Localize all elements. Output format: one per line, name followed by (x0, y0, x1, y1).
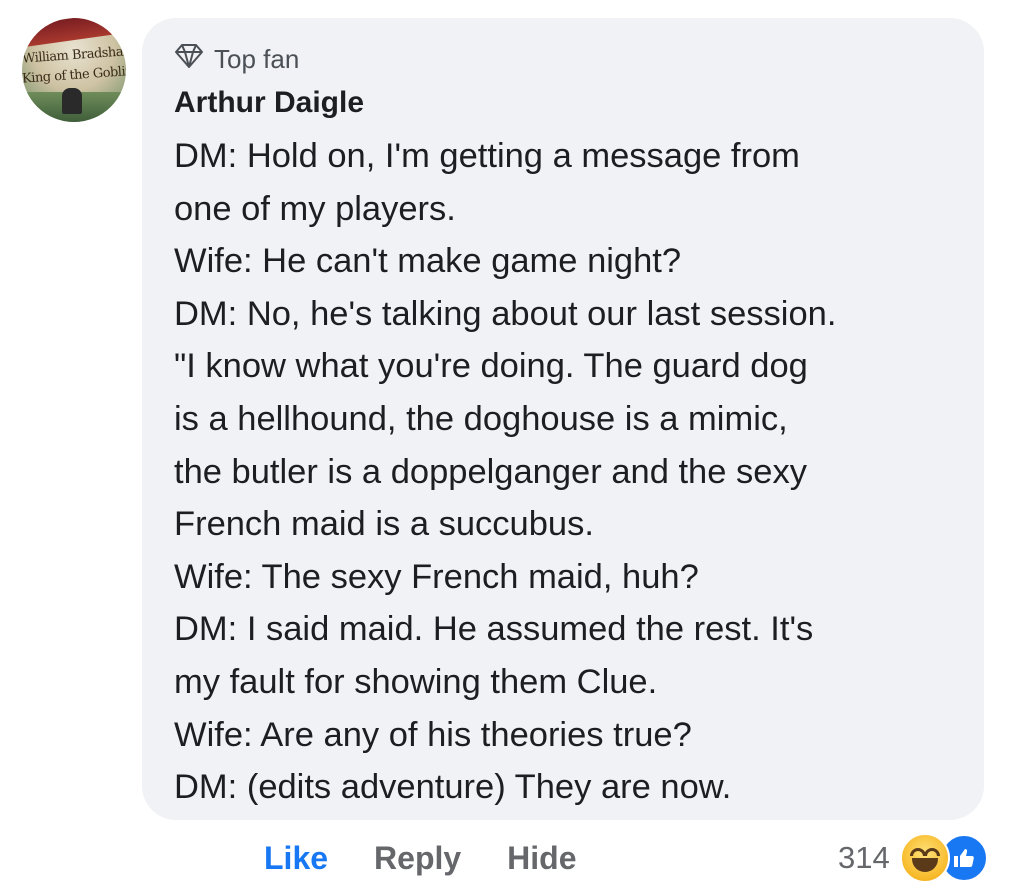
comment-actions: Like Reply Hide (264, 836, 577, 880)
diamond-icon (174, 43, 204, 76)
top-fan-badge[interactable]: Top fan (174, 42, 299, 76)
comment-line: DM: (edits adventure) They are now. (174, 768, 732, 807)
comment-line: Wife: The sexy French maid, huh? (174, 557, 699, 596)
haha-icon (899, 833, 950, 883)
avatar-banner (22, 18, 126, 49)
comment-line: DM: Hold on, I'm getting a message from (174, 137, 800, 175)
comment-line: Wife: He can't make game night? (174, 242, 682, 281)
avatar-text-line2: King of the Goblins (22, 63, 126, 87)
comment-text: DM: Hold on, I'm getting a message from … (174, 130, 974, 814)
comment-line: DM: No, he's talking about our last sess… (174, 294, 837, 333)
comment-line: DM: I said maid. He assumed the rest. It… (174, 610, 814, 649)
hide-button[interactable]: Hide (507, 840, 576, 877)
like-button[interactable]: Like (264, 840, 328, 877)
comment-line: Wife: Are any of his theories true? (174, 715, 692, 754)
reaction-count: 314 (838, 840, 890, 875)
top-fan-label: Top fan (214, 43, 300, 74)
comment-line: French maid is a succubus. (174, 505, 594, 544)
comment-line: is a hellhound, the doghouse is a mimic, (174, 399, 788, 438)
reactions-summary[interactable]: 314 (838, 833, 988, 883)
avatar-text-line1: William Bradshaw (22, 43, 126, 67)
avatar[interactable]: William Bradshaw King of the Goblins (22, 18, 126, 122)
reply-button[interactable]: Reply (374, 840, 461, 877)
comment-line: "I know what you're doing. The guard dog (174, 347, 808, 386)
comment-line: the butler is a doppelganger and the sex… (174, 452, 807, 491)
avatar-figure (62, 88, 82, 114)
comment-line: one of my players. (174, 189, 456, 228)
comment-line: my fault for showing them Clue. (174, 662, 658, 701)
comment-author[interactable]: Arthur Daigle (174, 86, 364, 120)
